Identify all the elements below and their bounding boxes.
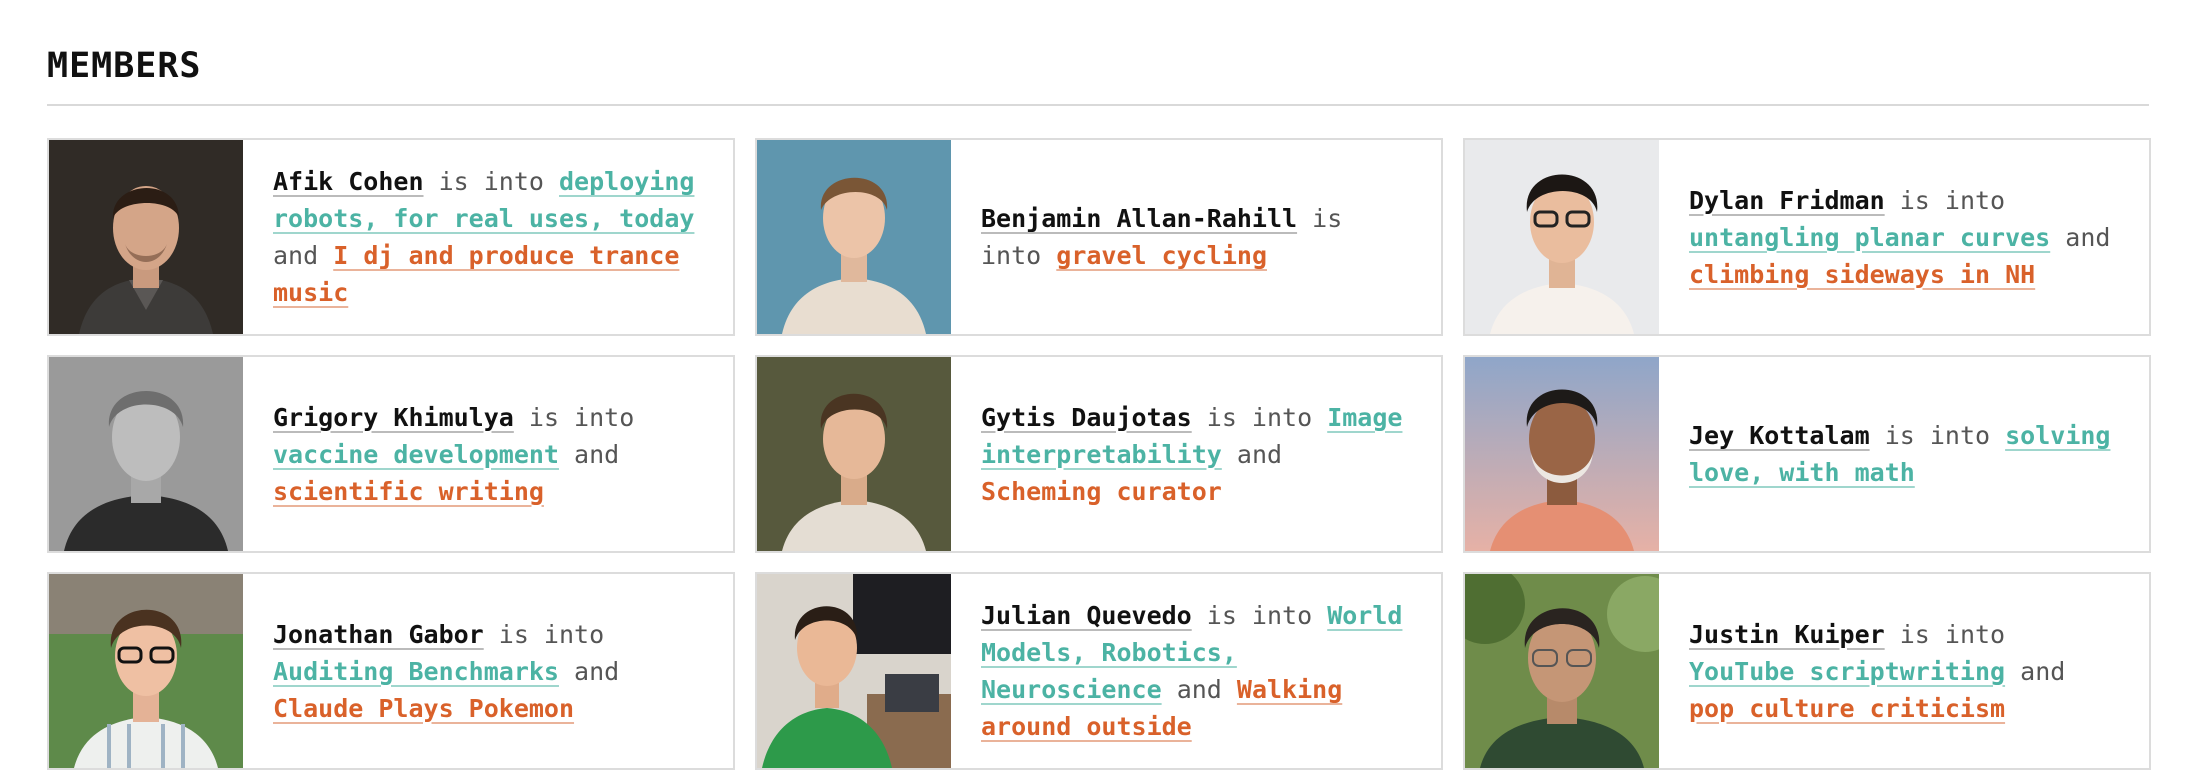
- member-name[interactable]: Dylan Fridman: [1689, 186, 1885, 215]
- member-card: Benjamin Allan-Rahill is into gravel cyc…: [755, 138, 1443, 336]
- member-bio: Julian Quevedo is into World Models, Rob…: [951, 597, 1441, 745]
- member-card: Afik Cohen is into deploying robots, for…: [47, 138, 735, 336]
- member-photo: [757, 574, 951, 768]
- is-into-text: is into: [438, 167, 544, 196]
- member-bio: Benjamin Allan-Rahill is into gravel cyc…: [951, 200, 1441, 274]
- member-bio: Dylan Fridman is into untangling planar …: [1659, 182, 2149, 293]
- member-card: Dylan Fridman is into untangling planar …: [1463, 138, 2151, 336]
- member-name[interactable]: Benjamin Allan-Rahill: [981, 204, 1297, 233]
- member-photo: [757, 140, 951, 334]
- interest-link-primary[interactable]: gravel cycling: [1056, 241, 1267, 270]
- interest-link-secondary[interactable]: scientific writing: [273, 477, 544, 506]
- interest-link-secondary[interactable]: Claude Plays Pokemon: [273, 694, 574, 723]
- and-text: and: [1236, 439, 1283, 469]
- member-card: Julian Quevedo is into World Models, Rob…: [755, 572, 1443, 770]
- member-card: Grigory Khimulya is into vaccine develop…: [47, 355, 735, 553]
- is-into-text: is into: [1206, 601, 1313, 630]
- member-photo: [757, 357, 951, 551]
- interest-link-primary[interactable]: untangling planar curves: [1689, 223, 2050, 252]
- member-bio: Jey Kottalam is into solving love, with …: [1659, 417, 2149, 491]
- is-into-text: is into: [1206, 402, 1313, 432]
- interest-link-secondary[interactable]: Scheming curator: [981, 477, 1222, 506]
- member-name[interactable]: Julian Quevedo: [981, 601, 1192, 630]
- interest-link-primary[interactable]: vaccine development: [273, 440, 559, 469]
- member-bio: Afik Cohen is into deploying robots, for…: [243, 163, 733, 311]
- and-text: and: [2065, 222, 2111, 252]
- member-photo: [1465, 357, 1659, 551]
- members-grid: Afik Cohen is into deploying robots, for…: [47, 138, 2151, 770]
- interest-link-primary[interactable]: Auditing Benchmarks: [273, 657, 559, 686]
- member-card: Gytis Daujotas is into Image interpretab…: [755, 355, 1443, 553]
- interest-link-secondary[interactable]: pop culture criticism: [1689, 694, 2005, 723]
- member-name[interactable]: Gytis Daujotas: [981, 403, 1192, 432]
- member-name[interactable]: Justin Kuiper: [1689, 620, 1885, 649]
- is-into-text: is into: [1899, 619, 2006, 649]
- section-header: MEMBERS: [47, 0, 2149, 106]
- and-text: and: [273, 241, 319, 270]
- member-photo: [49, 357, 243, 551]
- and-text: and: [574, 439, 620, 469]
- member-bio: Jonathan Gabor is into Auditing Benchmar…: [243, 616, 733, 727]
- member-name[interactable]: Jey Kottalam: [1689, 421, 1870, 450]
- member-card: Justin Kuiper is into YouTube scriptwrit…: [1463, 572, 2151, 770]
- member-photo: [49, 140, 243, 334]
- and-text: and: [574, 656, 620, 686]
- and-text: and: [2020, 656, 2066, 686]
- member-name[interactable]: Jonathan Gabor: [273, 620, 484, 649]
- interest-link-primary[interactable]: YouTube scriptwriting: [1689, 657, 2005, 686]
- is-into-text: is into: [498, 619, 605, 649]
- section-divider: [47, 104, 2149, 106]
- member-name[interactable]: Grigory Khimulya: [273, 403, 514, 432]
- member-bio: Gytis Daujotas is into Image interpretab…: [951, 399, 1441, 510]
- member-photo: [49, 574, 243, 768]
- members-page: MEMBERS Afik Cohen is into deploying rob…: [0, 0, 2196, 782]
- member-name[interactable]: Afik Cohen: [273, 167, 424, 196]
- is-into-text: is into: [1884, 421, 1991, 450]
- member-bio: Justin Kuiper is into YouTube scriptwrit…: [1659, 616, 2149, 727]
- interest-link-secondary[interactable]: climbing sideways in NH: [1689, 260, 2035, 289]
- member-card: Jonathan Gabor is into Auditing Benchmar…: [47, 572, 735, 770]
- member-photo: [1465, 574, 1659, 768]
- is-into-text: is into: [528, 402, 635, 432]
- member-photo: [1465, 140, 1659, 334]
- interest-link-secondary[interactable]: I dj and produce trance music: [273, 241, 679, 307]
- and-text: and: [1176, 675, 1222, 704]
- section-title: MEMBERS: [47, 46, 202, 86]
- member-bio: Grigory Khimulya is into vaccine develop…: [243, 399, 733, 510]
- is-into-text: is into: [1899, 185, 2006, 215]
- member-card: Jey Kottalam is into solving love, with …: [1463, 355, 2151, 553]
